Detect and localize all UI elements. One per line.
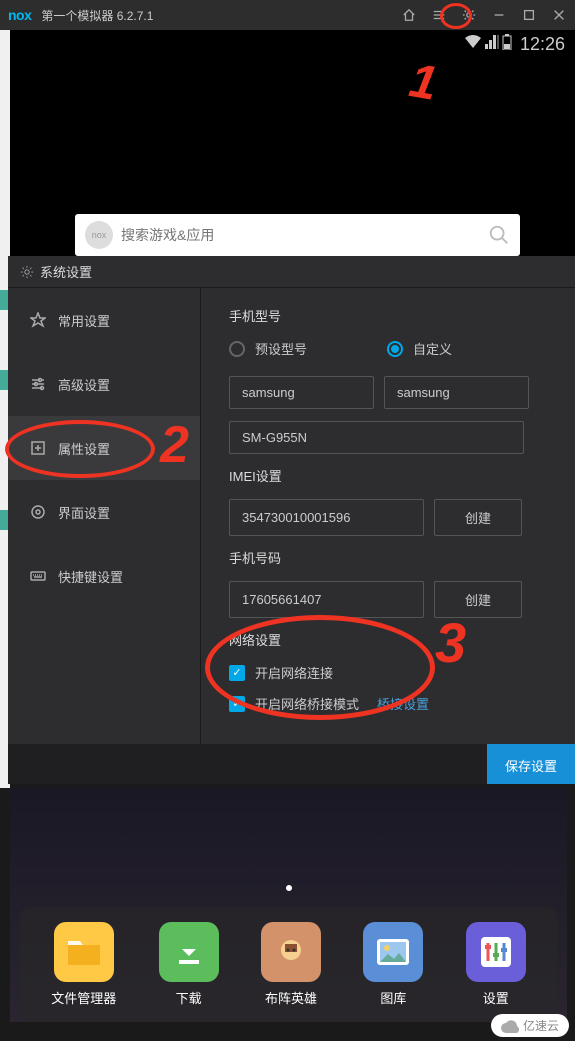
checkbox-bridge-mode[interactable]: ✓ 开启网络桥接模式 桥接设置 (229, 694, 547, 713)
imei-create-button[interactable]: 创建 (434, 499, 522, 536)
dialog-title: 系统设置 (40, 262, 92, 281)
model-input[interactable] (229, 421, 524, 454)
radio-icon (387, 341, 403, 357)
app-download[interactable]: 下载 (159, 922, 219, 1007)
titlebar-controls (401, 7, 567, 23)
imei-label: IMEI设置 (229, 466, 547, 485)
app-label: 文件管理器 (51, 988, 116, 1007)
radio-label: 自定义 (413, 339, 452, 358)
menu-icon[interactable] (431, 7, 447, 23)
radio-custom[interactable]: 自定义 (387, 339, 452, 358)
phone-number-label: 手机号码 (229, 548, 547, 567)
gear-icon[interactable] (461, 7, 477, 23)
brand-input[interactable] (384, 376, 529, 409)
settings-sidebar: 常用设置 高级设置 属性设置 界面设置 快捷键设置 (8, 288, 201, 784)
gallery-icon (363, 922, 423, 982)
watermark-text: 亿速云 (523, 1017, 559, 1034)
sidebar-item-property[interactable]: 属性设置 (8, 416, 200, 480)
battery-icon (502, 34, 512, 55)
android-statusbar: 12:26 (10, 30, 575, 58)
checkbox-network-connect[interactable]: ✓ 开启网络连接 (229, 663, 547, 682)
signal-icon (485, 35, 499, 54)
radio-icon (229, 341, 245, 357)
app-label: 下载 (176, 988, 202, 1007)
search-icon[interactable] (488, 224, 510, 246)
sidebar-item-label: 快捷键设置 (58, 567, 123, 586)
app-gallery[interactable]: 图库 (363, 922, 423, 1007)
phone-create-button[interactable]: 创建 (434, 581, 522, 618)
page-indicator (10, 788, 567, 896)
phone-number-input[interactable] (229, 581, 424, 618)
sidebar-item-label: 界面设置 (58, 503, 110, 522)
app-label: 图库 (380, 988, 406, 1007)
watermark: 亿速云 (491, 1014, 569, 1037)
app-tray: 文件管理器 下载 布阵英雄 图库 设置 (20, 907, 557, 1022)
dialog-footer: 保存设置 (8, 744, 575, 784)
checkbox-icon: ✓ (229, 696, 245, 712)
app-settings[interactable]: 设置 (466, 922, 526, 1007)
window-title: 第一个模拟器 6.2.7.1 (41, 7, 401, 24)
phone-model-label: 手机型号 (229, 306, 547, 325)
radio-label: 预设型号 (255, 339, 307, 358)
app-label: 布阵英雄 (265, 988, 317, 1007)
dialog-header: 系统设置 (8, 256, 575, 288)
game-icon (261, 922, 321, 982)
app-file-manager[interactable]: 文件管理器 (51, 922, 116, 1007)
checkbox-label: 开启网络连接 (255, 663, 333, 682)
nox-logo: nox (8, 7, 31, 23)
bridge-settings-link[interactable]: 桥接设置 (377, 694, 429, 713)
checkbox-icon: ✓ (229, 665, 245, 681)
search-logo-icon: nox (85, 221, 113, 249)
close-icon[interactable] (551, 7, 567, 23)
sidebar-item-label: 常用设置 (58, 311, 110, 330)
settings-dialog: 系统设置 常用设置 高级设置 属性设置 界面设置 快捷键设置 (8, 256, 575, 784)
sidebar-item-label: 属性设置 (58, 439, 110, 458)
settings-content: 手机型号 预设型号 自定义 IMEI设置 创建 (201, 288, 575, 784)
sliders-icon (466, 922, 526, 982)
launcher-area: 文件管理器 下载 布阵英雄 图库 设置 (10, 788, 567, 1022)
clock: 12:26 (520, 34, 565, 55)
sidebar-item-general[interactable]: 常用设置 (8, 288, 200, 352)
search-box[interactable]: nox (75, 214, 520, 256)
sidebar-item-advanced[interactable]: 高级设置 (8, 352, 200, 416)
sidebar-item-interface[interactable]: 界面设置 (8, 480, 200, 544)
save-settings-button[interactable]: 保存设置 (487, 744, 575, 784)
download-icon (159, 922, 219, 982)
checkbox-label: 开启网络桥接模式 (255, 694, 359, 713)
manufacturer-input[interactable] (229, 376, 374, 409)
minimize-icon[interactable] (491, 7, 507, 23)
wifi-icon (464, 35, 482, 54)
folder-icon (54, 922, 114, 982)
app-game[interactable]: 布阵英雄 (261, 922, 321, 1007)
imei-input[interactable] (229, 499, 424, 536)
sidebar-item-label: 高级设置 (58, 375, 110, 394)
search-input[interactable] (121, 227, 488, 243)
network-label: 网络设置 (229, 630, 547, 649)
emulator-home-top: nox (10, 58, 575, 256)
app-label: 设置 (483, 988, 509, 1007)
home-icon[interactable] (401, 7, 417, 23)
sidebar-item-shortcut[interactable]: 快捷键设置 (8, 544, 200, 608)
window-titlebar: nox 第一个模拟器 6.2.7.1 (0, 0, 575, 30)
radio-preset[interactable]: 预设型号 (229, 339, 307, 358)
maximize-icon[interactable] (521, 7, 537, 23)
